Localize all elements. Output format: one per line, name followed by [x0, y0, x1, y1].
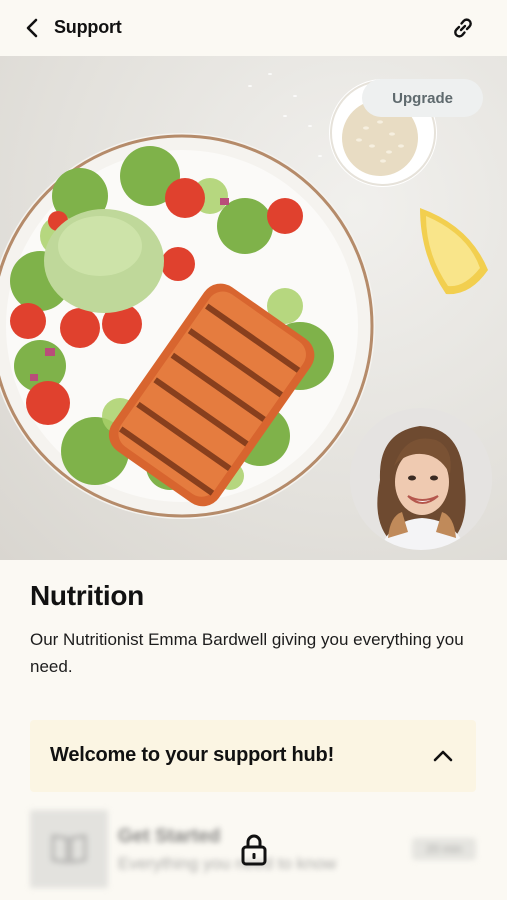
share-link-button[interactable]: [449, 14, 477, 42]
chevron-up-icon[interactable]: [432, 746, 454, 764]
locked-lesson-row[interactable]: Get Started Everything you need to know …: [30, 810, 476, 890]
top-bar: Support: [0, 0, 507, 56]
content-section: Nutrition Our Nutritionist Emma Bardwell…: [30, 580, 480, 680]
nutritionist-portrait: [350, 408, 492, 550]
lesson-title: Get Started: [118, 826, 221, 847]
lesson-subtitle: Everything you need to know: [118, 854, 337, 873]
back-button[interactable]: [20, 16, 44, 40]
lesson-duration-badge: 20 min: [412, 838, 476, 860]
link-icon: [454, 18, 472, 38]
lesson-thumbnail: [30, 810, 108, 888]
page-header-title: Support: [54, 17, 122, 37]
page-title: Nutrition: [30, 580, 144, 611]
book-icon: [51, 834, 87, 864]
support-hub-title: Welcome to your support hub!: [50, 744, 335, 766]
hero-image: Upgrade: [0, 56, 507, 560]
support-hub-accordion[interactable]: Welcome to your support hub!: [30, 720, 476, 792]
lock-icon: [241, 834, 267, 866]
nutritionist-avatar[interactable]: [350, 408, 492, 550]
page-description: Our Nutritionist Emma Bardwell giving yo…: [30, 630, 464, 676]
chevron-left-icon: [26, 18, 38, 38]
upgrade-button[interactable]: Upgrade: [362, 79, 483, 117]
